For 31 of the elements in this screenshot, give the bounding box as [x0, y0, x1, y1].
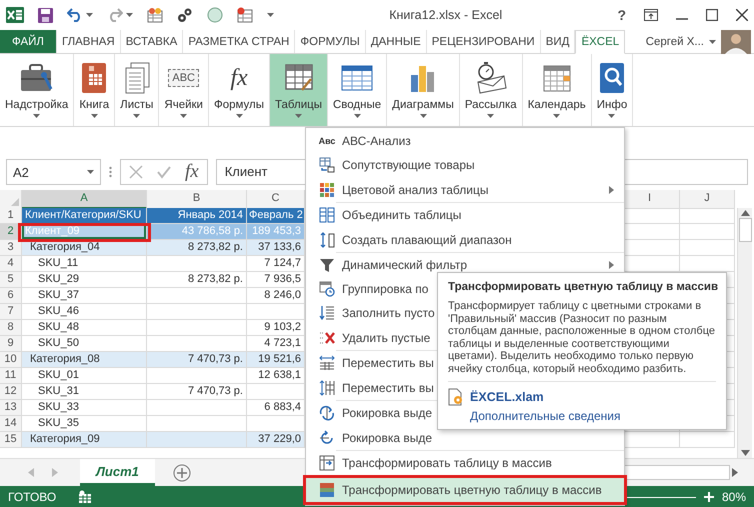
- table-cell: 8 273,82 р.: [147, 240, 247, 256]
- table-cell: Клиент/Категория/SKU: [22, 208, 147, 224]
- tooltip-text: Трансформирует таблицу с цветными строками в 'Правильный' массив (Разносит по разным столбцам данные, расположенные в одном столбце таблицы и выделенные соответствующими цветами). Выделить необходимо только первую ячейку столбца, который необходимо разбить.: [448, 300, 716, 375]
- table-cell: SKU_31: [22, 384, 147, 400]
- table-cell: SKU_11: [22, 256, 147, 272]
- table-cell: Категория_08: [22, 352, 147, 368]
- table-cell: SKU_37: [22, 288, 147, 304]
- abc-icon: ABC: [168, 69, 199, 87]
- fx-icon: fx: [230, 64, 248, 92]
- table-cell: 7 470,73 р.: [147, 384, 247, 400]
- table-cell: 7 470,73 р.: [147, 352, 247, 368]
- tooltip-title: Трансформировать цветную таблицу в массив: [448, 281, 716, 293]
- status-text: ГОТОВО: [8, 490, 56, 504]
- table-cell: Февраль 2: [247, 208, 305, 224]
- table-cell: 43 786,58 р.: [147, 224, 247, 240]
- table-cell: SKU_01: [22, 368, 147, 384]
- addin-name: ЁXCEL.xlam: [470, 390, 544, 404]
- abc-icon: Авс: [318, 136, 336, 146]
- table-cell: SKU_29: [22, 272, 147, 288]
- table-cell: Категория_09: [22, 432, 147, 448]
- cell-reference: A2: [13, 164, 29, 180]
- table-cell: SKU_46: [22, 304, 147, 320]
- table-cell: 37 229,0: [247, 432, 305, 448]
- table-cell: 8 273,82 р.: [147, 272, 247, 288]
- table-cell: 37 133,6: [247, 240, 305, 256]
- table-cell: Январь 2014: [147, 208, 247, 224]
- table-cell: 19 521,6: [247, 352, 305, 368]
- window-title: Книга12.xlsx - Excel: [388, 8, 504, 22]
- table-cell: SKU_33: [22, 400, 147, 416]
- table-cell: SKU_48: [22, 320, 147, 336]
- table-cell: 189 453,3: [247, 224, 305, 240]
